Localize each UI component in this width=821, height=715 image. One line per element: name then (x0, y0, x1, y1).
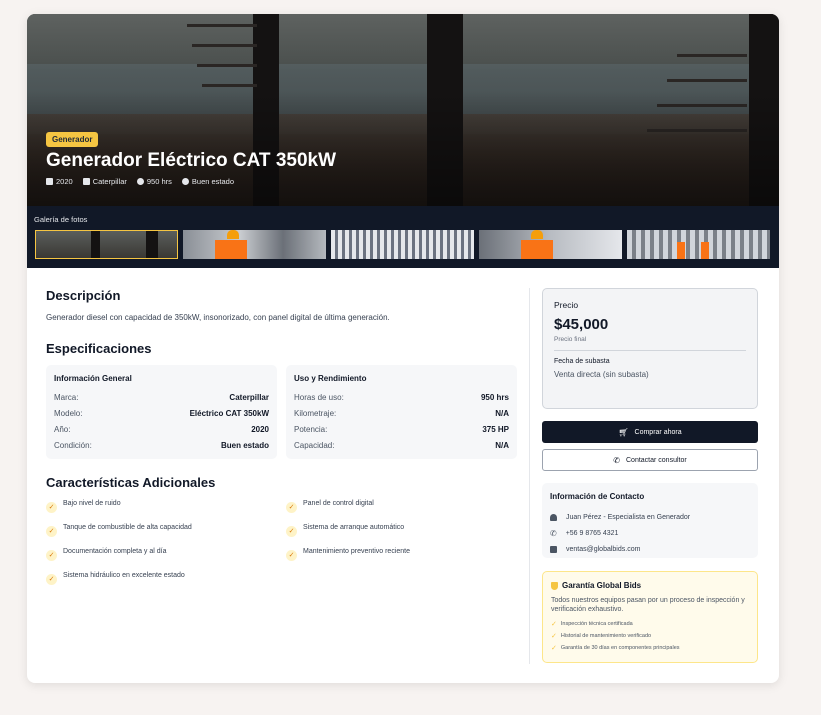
phone-icon: ✆ (550, 528, 557, 538)
spec-row: Potencia: 375 HP (294, 424, 509, 434)
contact-info-card: Información de Contacto Juan Pérez - Esp… (542, 483, 758, 558)
auction-label: Fecha de subasta (554, 358, 610, 365)
check-circle-icon (181, 178, 189, 185)
check-icon: ✓ (551, 621, 557, 628)
feature-item: ✓ Bajo nivel de ruido (46, 500, 266, 513)
gallery-label: Galería de fotos (34, 215, 88, 224)
feature-item: ✓ Panel de control digital (286, 500, 506, 513)
shield-icon (551, 581, 558, 590)
spec-row: Horas de uso: 950 hrs (294, 392, 509, 402)
gallery-thumb-1[interactable] (35, 230, 178, 259)
spec-row: Capacidad: N/A (294, 440, 509, 450)
warranty-card: Garantía Global Bids Todos nuestros equi… (542, 571, 758, 663)
spec-general-box: Información General Marca: Caterpillar Mo… (46, 365, 277, 459)
photo-gallery: Galería de fotos (27, 206, 779, 268)
auction-value: Venta directa (sin subasta) (554, 370, 649, 379)
spec-row: Marca: Caterpillar (54, 392, 269, 402)
divider (554, 350, 746, 351)
buy-now-button[interactable]: 🛒︎ Comprar ahora (542, 421, 758, 443)
gauge-icon (136, 178, 144, 185)
contact-title: Información de Contacto (550, 492, 645, 501)
meta-condition: Buen estado (191, 177, 235, 186)
contact-name: Juan Pérez - Especialista en Generador (566, 513, 691, 521)
spec-row: Año: 2020 (54, 424, 269, 434)
feature-item: ✓ Sistema de arranque automático (286, 524, 506, 537)
feature-item: ✓ Tanque de combustible de alta capacidad (46, 524, 266, 537)
phone-icon: ✆ (613, 455, 620, 465)
gallery-thumb-3[interactable] (331, 230, 474, 259)
spec-general-title: Información General (54, 374, 132, 383)
check-icon: ✓ (46, 574, 57, 585)
calendar-icon (46, 178, 53, 185)
price-value: $45,000 (554, 316, 609, 333)
meta-hours: 950 hrs (146, 177, 172, 186)
warranty-item: ✓ Garantía de 30 días en componentes prin… (551, 645, 680, 652)
meta-brand: Caterpillar (92, 177, 127, 186)
gallery-thumb-4[interactable] (479, 230, 622, 259)
features-heading: Características Adicionales (46, 475, 216, 490)
price-label: Precio (554, 300, 579, 310)
check-icon: ✓ (551, 633, 557, 640)
cart-icon: 🛒︎ (618, 427, 629, 437)
listing-card: Generador Generador Eléctrico CAT 350kW … (27, 14, 779, 683)
warranty-text: Todos nuestros equipos pasan por un proc… (551, 597, 745, 613)
description-heading: Descripción (46, 288, 121, 303)
column-divider (529, 288, 530, 664)
feature-item: ✓ Sistema hidráulico en excelente estado (46, 572, 266, 585)
spec-usage-box: Uso y Rendimiento Horas de uso: 950 hrs K… (286, 365, 517, 459)
check-icon: ✓ (46, 502, 57, 513)
spec-usage-title: Uso y Rendimiento (294, 374, 367, 383)
user-icon (550, 513, 557, 521)
spec-row: Modelo: Eléctrico CAT 350kW (54, 408, 269, 418)
contact-consultant-label: Contactar consultor (626, 456, 687, 464)
feature-item: ✓ Documentación completa y al día (46, 548, 266, 561)
listing-title: Generador Eléctrico CAT 350kW (46, 150, 337, 171)
gallery-thumb-2[interactable] (183, 230, 326, 259)
price-subtext: Precio final (554, 336, 587, 343)
warranty-title: Garantía Global Bids (562, 581, 642, 590)
price-card: Precio $45,000 Precio final Fecha de sub… (542, 288, 758, 409)
category-badge: Generador (46, 132, 99, 147)
spec-row: Condición: Buen estado (54, 440, 269, 450)
check-icon: ✓ (551, 645, 557, 652)
warranty-item: ✓ Historial de mantenimiento verificado (551, 633, 652, 640)
check-icon: ✓ (286, 502, 297, 513)
specs-heading: Especificaciones (46, 341, 152, 356)
gallery-thumb-5[interactable] (627, 230, 770, 259)
feature-item: ✓ Mantenimiento preventivo reciente (286, 548, 506, 561)
check-icon: ✓ (46, 550, 57, 561)
contact-consultant-button[interactable]: ✆ Contactar consultor (542, 449, 758, 471)
check-icon: ✓ (46, 526, 57, 537)
meta-year: 2020 (56, 177, 73, 186)
buy-now-label: Comprar ahora (634, 428, 682, 436)
tag-icon (82, 178, 90, 185)
contact-email[interactable]: ventas@globalbids.com (566, 546, 640, 553)
hero-image: Generador Generador Eléctrico CAT 350kW … (27, 14, 779, 206)
contact-phone[interactable]: +56 9 8765 4321 (566, 530, 619, 537)
description-text: Generador diesel con capacidad de 350kW,… (46, 313, 390, 322)
envelope-icon (550, 545, 557, 553)
spec-row: Kilometraje: N/A (294, 408, 509, 418)
check-icon: ✓ (286, 550, 297, 561)
warranty-item: ✓ Inspección técnica certificada (551, 621, 633, 628)
listing-meta: 2020 Caterpillar 950 hrs Buen estado (46, 177, 234, 186)
check-icon: ✓ (286, 526, 297, 537)
